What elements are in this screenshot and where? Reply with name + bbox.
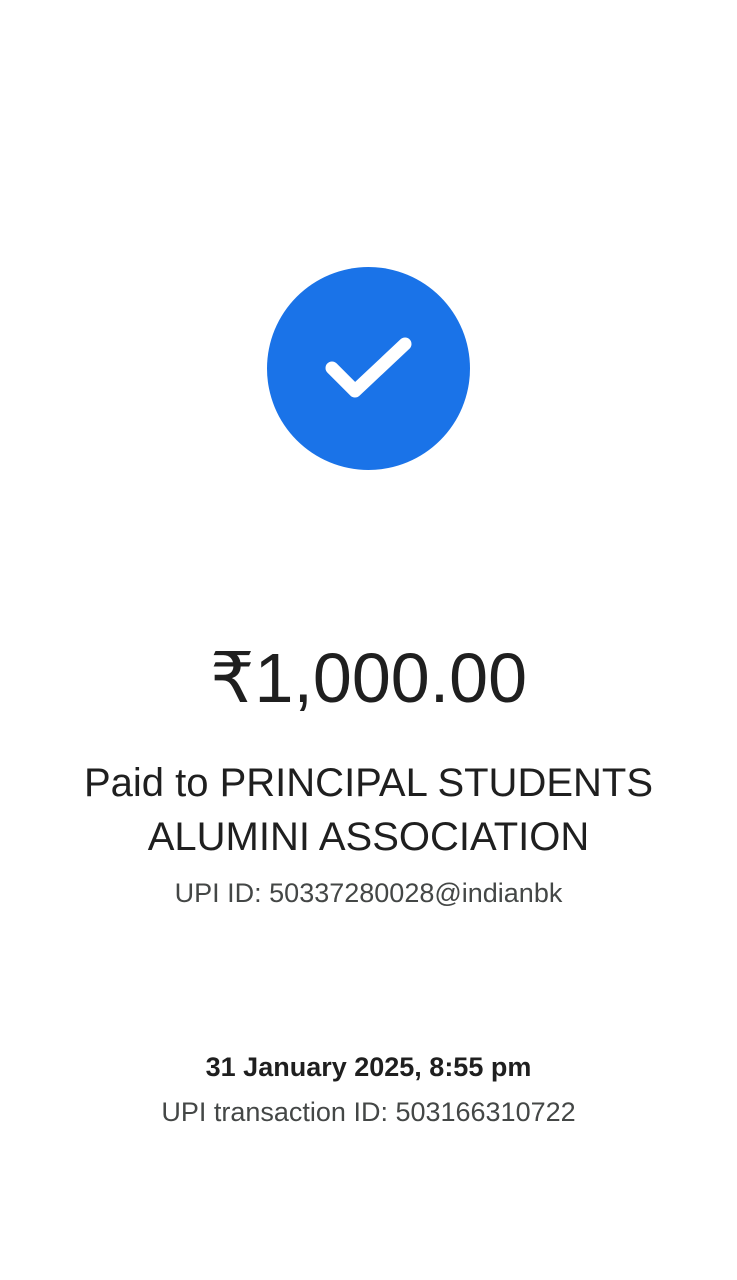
payment-success-screen: ₹1,000.00 Paid to PRINCIPAL STUDENTS ALU… [0, 0, 737, 1280]
payee-line-2: ALUMINI ASSOCIATION [147, 815, 590, 859]
payment-amount: ₹1,000.00 [209, 639, 528, 717]
payee-line-1: Paid to PRINCIPAL STUDENTS [83, 761, 654, 805]
transaction-datetime: 31 January 2025, 8:55 pm [205, 1052, 532, 1082]
payee-name: Paid to PRINCIPAL STUDENTS ALUMINI ASSOC… [40, 756, 697, 864]
payee-upi-id: UPI ID: 50337280028@indianbk [174, 878, 563, 908]
success-check-badge [267, 267, 470, 470]
check-icon [325, 337, 411, 397]
transaction-id: UPI transaction ID: 503166310722 [161, 1097, 576, 1127]
